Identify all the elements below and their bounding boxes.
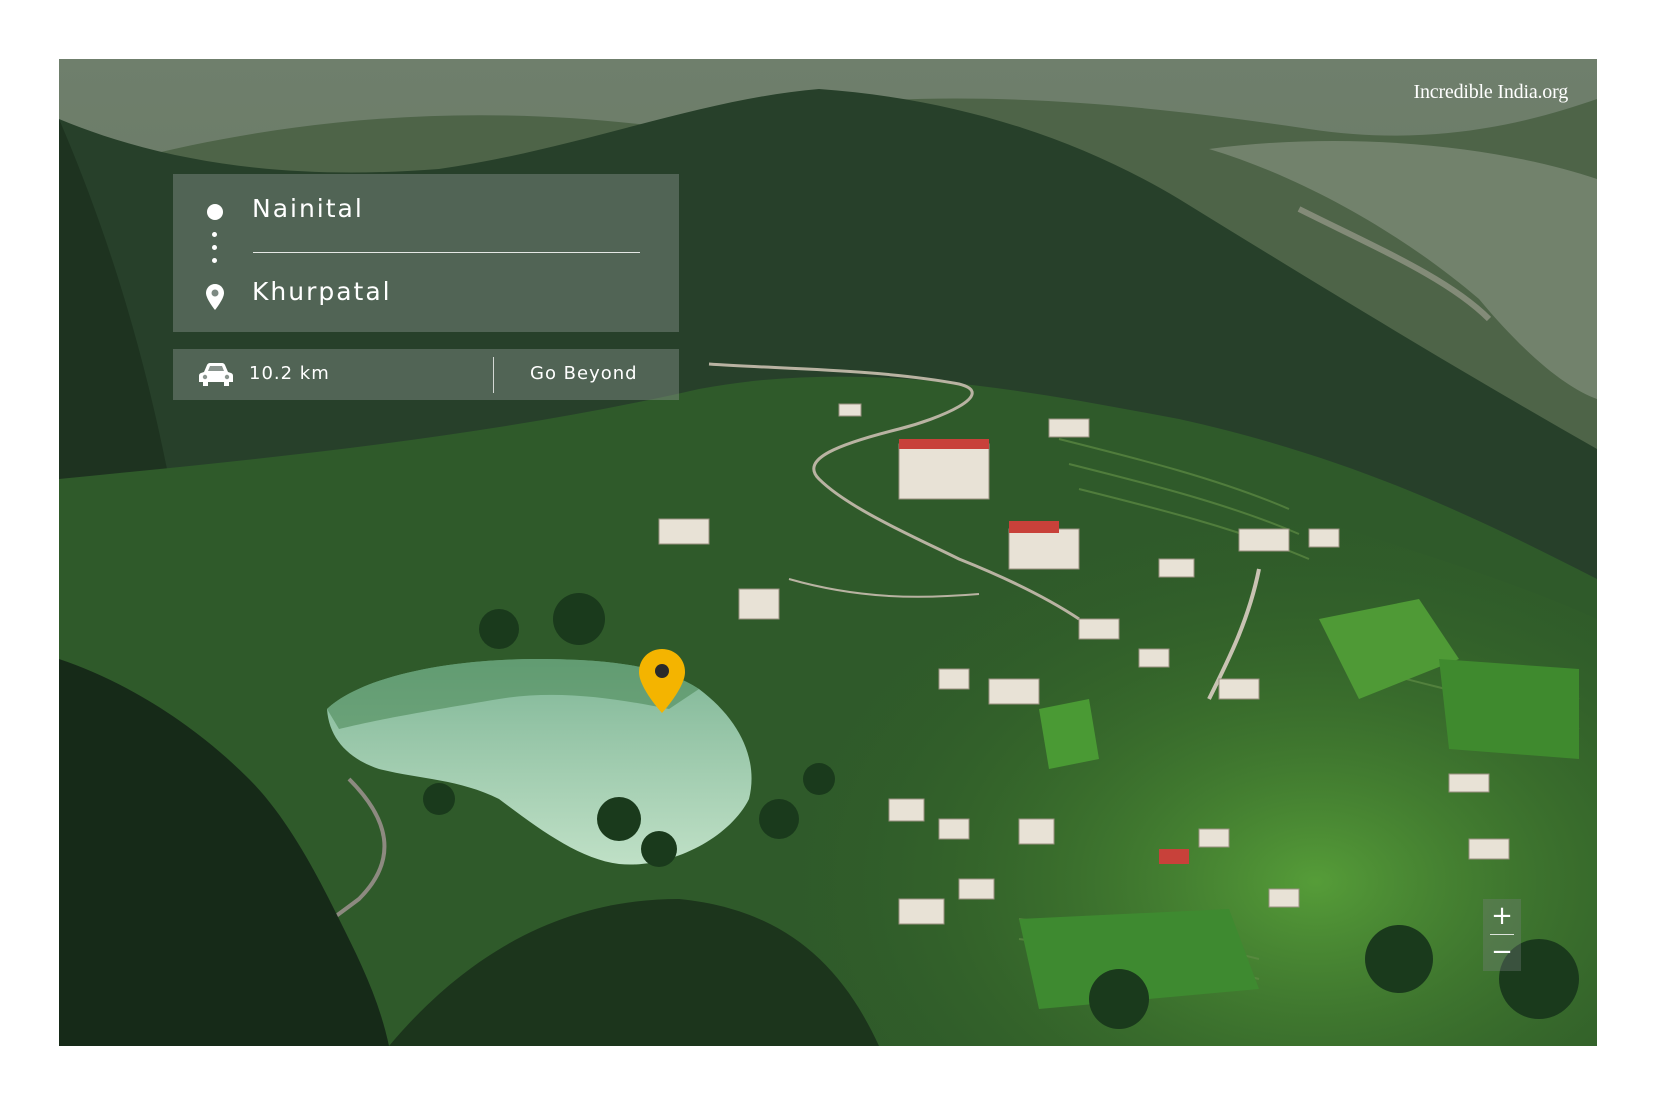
map-viewport[interactable]: Incredible India.org Nainital Khurpatal … (59, 59, 1597, 1046)
zoom-in-button[interactable]: + (1483, 899, 1521, 933)
distance-value: 10.2 km (249, 363, 330, 384)
brand-logo: Incredible India.org (1413, 81, 1569, 104)
route-card: Nainital Khurpatal (173, 174, 679, 332)
destination-label[interactable]: Khurpatal (252, 277, 392, 306)
map-pin-icon (206, 284, 224, 314)
route-divider (253, 252, 640, 253)
zoom-out-button[interactable]: − (1483, 935, 1521, 969)
origin-label[interactable]: Nainital (252, 194, 364, 223)
location-pin-icon[interactable] (639, 649, 685, 717)
trip-info-bar: 10.2 km Go Beyond (173, 349, 679, 400)
go-beyond-button[interactable]: Go Beyond (530, 363, 638, 384)
circle-dot-icon (207, 204, 223, 220)
info-separator (493, 357, 494, 393)
zoom-control: + − (1483, 899, 1521, 971)
route-dots (212, 232, 218, 271)
brand-text: Incredible India.org (1413, 81, 1569, 103)
car-icon (198, 362, 234, 392)
